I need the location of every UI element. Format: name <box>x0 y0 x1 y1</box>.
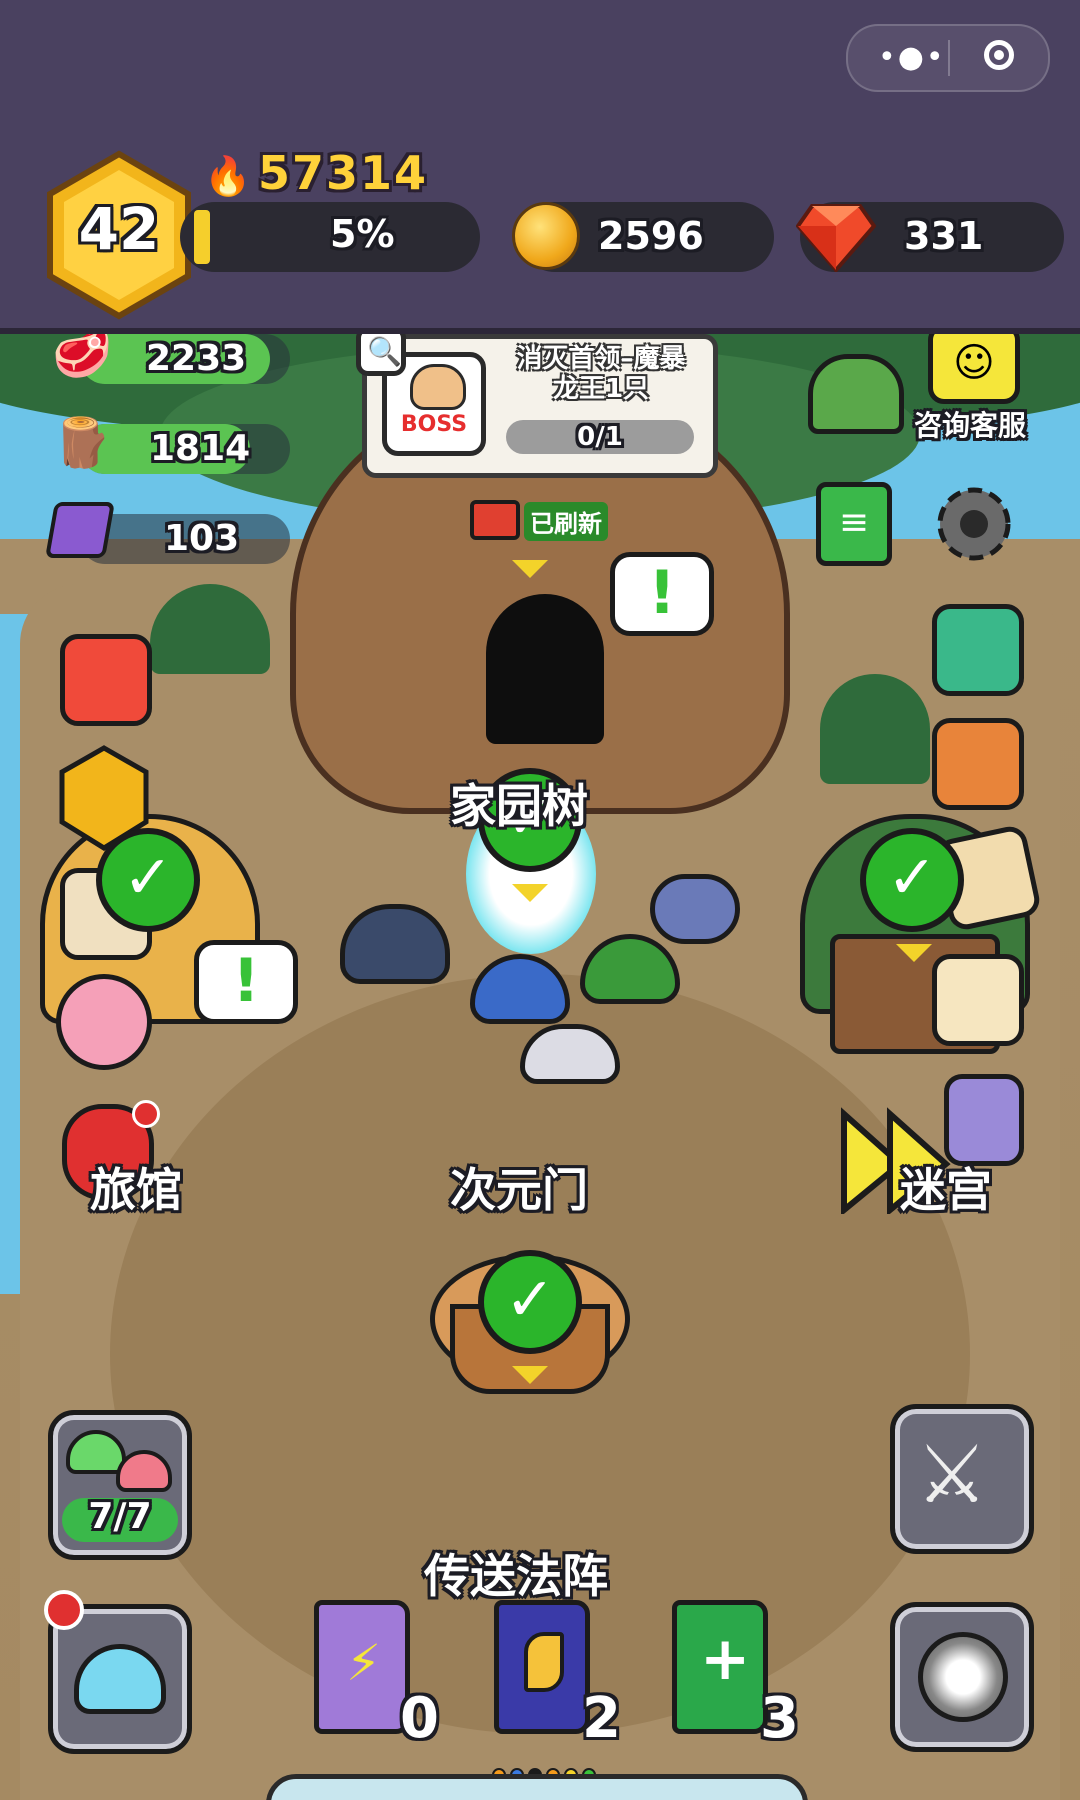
capsule-divider <box>948 40 950 76</box>
marker-arrow <box>896 944 932 962</box>
alert-bubble[interactable]: ! <box>610 552 714 636</box>
mail-icon[interactable] <box>932 604 1024 696</box>
crystal-icon <box>45 502 115 558</box>
home-tree-label: 家园树 <box>450 779 588 833</box>
power-value: 57314 <box>258 146 429 200</box>
notification-dot <box>132 1100 160 1128</box>
marker-arrow <box>512 884 548 902</box>
ruby-gem-icon <box>796 204 876 272</box>
gold-coin-icon <box>512 202 580 270</box>
hero-knight <box>340 904 450 984</box>
hero-rock <box>650 874 740 944</box>
lightning-icon: ⚡ <box>346 1634 382 1692</box>
mini-program-capsule: •●• <box>846 24 1050 92</box>
slime-count: 7/7 <box>88 1496 152 1537</box>
tree-cave-entrance[interactable] <box>486 594 604 744</box>
wood-icon: 🪵 <box>52 415 112 471</box>
portal-check-marker: ✓ <box>478 1250 582 1354</box>
marker-arrow <box>512 1366 548 1384</box>
plus-icon: + <box>700 1624 751 1694</box>
refreshed-label: 已刷新 <box>524 502 608 541</box>
xp-bar-fill <box>194 210 210 264</box>
xp-percent: 5% <box>330 212 395 256</box>
boss-quest-progress: 0/1 <box>577 422 623 452</box>
boss-quest-title: 消灭首领–魔暴 龙王1只 <box>516 344 686 404</box>
fire-icon: 🔥 <box>204 154 252 198</box>
alert-bubble[interactable]: ! <box>194 940 298 1024</box>
home-tree-icon[interactable] <box>808 354 904 434</box>
meat-icon: 🥩 <box>52 334 112 381</box>
marker-arrow <box>512 560 548 578</box>
sword-swap-icon: ⚔ <box>916 1428 988 1521</box>
maze-check-marker: ✓ <box>860 828 964 932</box>
wing-icon <box>524 1632 564 1692</box>
shop-icon[interactable] <box>60 634 152 726</box>
wood-value: 1814 <box>150 428 251 469</box>
bush <box>820 674 930 784</box>
scroll-icon[interactable] <box>932 954 1024 1046</box>
gift-character-icon[interactable] <box>56 974 152 1070</box>
heal-book-count: 3 <box>760 1686 799 1751</box>
crystal-value: 103 <box>164 518 240 559</box>
portal-label: 次元门 <box>450 1163 588 1217</box>
player-level: 42 <box>78 195 160 263</box>
maze-label: 迷宫 <box>900 1163 992 1217</box>
bottom-panel-edge <box>266 1774 808 1800</box>
boss-badge: BOSS <box>400 412 468 437</box>
customer-service-icon[interactable]: ☺ <box>928 334 1020 404</box>
quest-book-icon[interactable]: ≡ <box>816 482 892 566</box>
inn-label: 旅馆 <box>90 1163 182 1217</box>
magnifier-icon[interactable]: 🔍 <box>356 334 406 376</box>
target-icon[interactable] <box>984 40 1014 70</box>
more-dots-icon[interactable]: •●• <box>878 40 946 75</box>
lightning-book-count: 0 <box>400 1686 439 1751</box>
home-scene: 🥩 2233 🪵 1814 103 BOSS 🔍 消灭首领–魔暴 龙王1只 0/… <box>0 334 1080 1800</box>
meat-value: 2233 <box>146 338 247 379</box>
stone-gate-icon <box>918 1632 1008 1722</box>
inn-check-marker: ✓ <box>96 828 200 932</box>
gear-icon[interactable] <box>930 480 1018 568</box>
wing-book-count: 2 <box>582 1686 621 1751</box>
gem-value: 331 <box>904 214 984 258</box>
notification-dot <box>44 1590 84 1630</box>
customer-service-label[interactable]: 咨询客服 <box>914 404 1026 444</box>
skull-icon <box>410 364 466 410</box>
teleport-label: 传送法阵 <box>424 1549 608 1603</box>
backpack-icon[interactable] <box>932 718 1024 810</box>
chest-icon[interactable] <box>470 500 520 540</box>
gold-value: 2596 <box>598 214 704 258</box>
